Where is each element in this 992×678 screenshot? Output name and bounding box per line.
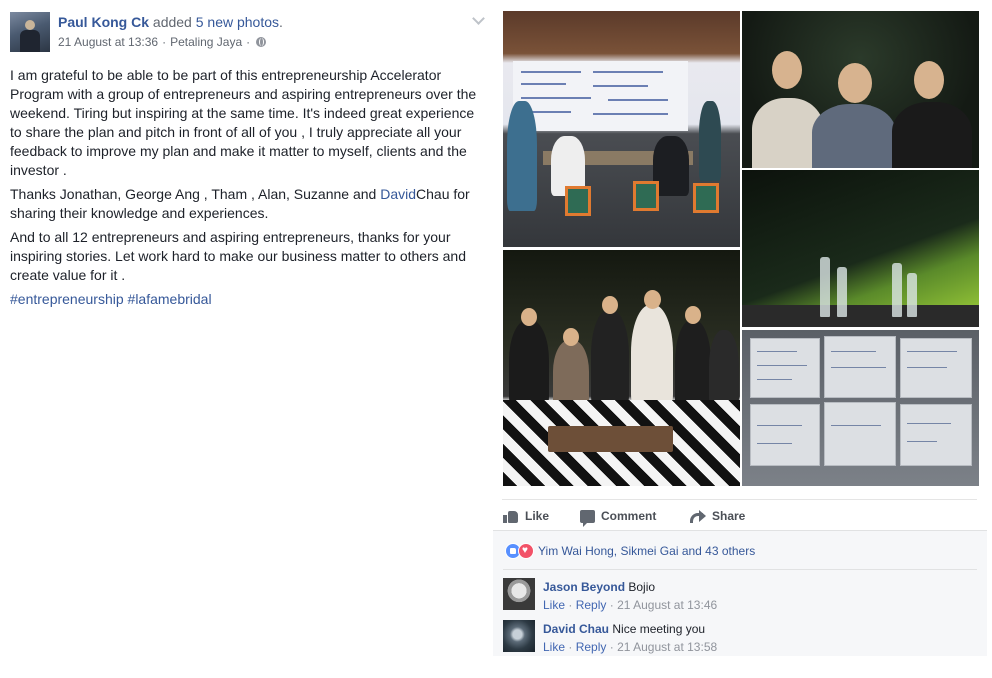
comment-meta: Like · Reply · 21 August at 13:58	[543, 640, 717, 654]
meta-dot: ·	[568, 640, 573, 654]
post-action-suffix: .	[279, 14, 283, 30]
comment-text: Bojio	[628, 580, 656, 594]
bottle	[892, 263, 902, 317]
comment-line: Jason Beyond Bojio	[543, 580, 655, 594]
group-face	[685, 306, 701, 324]
chevron-down-icon[interactable]	[472, 12, 485, 25]
comment-line: David Chau Nice meeting you	[543, 622, 705, 636]
comment-item: David Chau Nice meeting you Like · Reply…	[503, 620, 983, 654]
comment-button-label: Comment	[601, 509, 657, 523]
share-button[interactable]: Share	[690, 507, 745, 525]
like-button[interactable]: Like	[503, 507, 549, 525]
avatar-head	[25, 20, 35, 30]
hashtag-entrepreneurship[interactable]: #entrepreneurship	[10, 291, 124, 307]
post-timestamp[interactable]: 21 August at 13:36	[58, 35, 158, 49]
whiteboard	[513, 61, 688, 131]
commenter-name[interactable]: Jason Beyond	[543, 580, 625, 594]
comment-reply-link[interactable]: Reply	[576, 598, 607, 612]
meta-separator-2: ·	[246, 35, 251, 49]
reactions-and-comments: Yim Wai Hong, Sikmei Gai and 43 others J…	[493, 530, 987, 656]
group-person	[509, 320, 549, 410]
share-button-label: Share	[712, 509, 746, 523]
comment-text: Nice meeting you	[612, 622, 706, 636]
new-photos-link[interactable]: 5 new photos	[196, 14, 279, 30]
chair	[693, 183, 719, 213]
bottle	[837, 267, 847, 317]
comment-reply-link[interactable]: Reply	[576, 640, 607, 654]
globe-icon[interactable]	[256, 37, 267, 47]
photo-flipcharts[interactable]	[742, 330, 979, 486]
flipchart-sheet	[824, 336, 896, 398]
meta-dot: ·	[609, 598, 614, 612]
comment-icon	[580, 509, 595, 527]
commenter-avatar[interactable]	[503, 578, 535, 610]
paragraph-2-text-before: Thanks Jonathan, George Ang , Tham , Ala…	[10, 186, 381, 202]
photo-workshop-room[interactable]	[503, 11, 740, 247]
comment-timestamp[interactable]: 21 August at 13:46	[617, 598, 717, 612]
person-standing	[507, 101, 537, 211]
man-center	[812, 104, 896, 168]
reaction-names[interactable]: Yim Wai Hong, Sikmei Gai and 43 others	[538, 544, 755, 558]
flipchart-sheet	[900, 338, 972, 398]
group-face	[521, 308, 537, 326]
bottle	[820, 257, 830, 317]
flipchart-sheet	[750, 338, 820, 398]
coffee-table	[548, 426, 673, 452]
post-action-text: added	[152, 14, 192, 30]
reaction-summary[interactable]: Yim Wai Hong, Sikmei Gai and 43 others	[505, 543, 755, 559]
post-paragraph-2: Thanks Jonathan, George Ang , Tham , Ala…	[10, 185, 486, 223]
author-name-link[interactable]: Paul Kong Ck	[58, 14, 149, 30]
comment-button[interactable]: Comment	[580, 507, 657, 527]
group-face	[602, 296, 618, 314]
post-paragraph-1: I am grateful to be able to be part of t…	[10, 67, 477, 178]
meta-separator: ·	[162, 35, 167, 49]
post-meta: 21 August at 13:36 · Petaling Jaya ·	[58, 35, 267, 49]
post-text: I am grateful to be able to be part of t…	[10, 66, 486, 314]
post-location[interactable]: Petaling Jaya	[170, 35, 242, 49]
post-paragraph-3: And to all 12 entrepreneurs and aspiring…	[10, 229, 466, 283]
photo-three-men[interactable]	[742, 11, 979, 168]
flipchart-sheet	[824, 402, 896, 466]
love-reaction-icon	[518, 543, 534, 559]
actions-divider	[502, 499, 977, 500]
chair	[565, 186, 591, 216]
comment-item: Jason Beyond Bojio Like · Reply · 21 Aug…	[503, 578, 983, 612]
photo-night-gathering[interactable]	[742, 170, 979, 327]
share-arrow-icon	[690, 510, 706, 523]
comment-meta: Like · Reply · 21 August at 13:46	[543, 598, 717, 612]
hashtags: #entrepreneurship #lafamebridal	[10, 290, 486, 309]
man-right	[892, 102, 972, 168]
thumbs-up-icon	[503, 509, 519, 523]
commenter-name[interactable]: David Chau	[543, 622, 609, 636]
commenter-avatar[interactable]	[503, 620, 535, 652]
post-body: Paul Kong Ck added 5 new photos. 21 Augu…	[0, 0, 490, 678]
face-left	[772, 51, 802, 89]
author-avatar[interactable]	[10, 12, 50, 52]
bottle	[907, 273, 917, 317]
person-standing-right	[699, 101, 721, 181]
avatar-figure	[20, 30, 40, 52]
hashtag-lafamebridal[interactable]: #lafamebridal	[128, 291, 212, 307]
face-right	[914, 61, 944, 99]
group-face	[563, 328, 579, 346]
comment-like-link[interactable]: Like	[543, 598, 565, 612]
comments-divider	[503, 569, 977, 570]
group-person	[591, 310, 629, 410]
meta-dot: ·	[568, 598, 573, 612]
group-person	[631, 305, 673, 410]
flipchart-sheet	[750, 404, 820, 466]
face-center	[838, 63, 872, 103]
flipchart-sheet	[900, 404, 972, 466]
photo-group-shot[interactable]	[503, 250, 740, 486]
group-person	[709, 330, 739, 410]
night-table	[742, 305, 979, 327]
meta-dot: ·	[609, 640, 614, 654]
like-button-label: Like	[525, 509, 550, 523]
chair	[633, 181, 659, 211]
post-header: Paul Kong Ck added 5 new photos.	[58, 14, 283, 30]
comment-like-link[interactable]: Like	[543, 640, 565, 654]
comment-timestamp[interactable]: 21 August at 13:58	[617, 640, 717, 654]
mention-link-david[interactable]: David	[380, 186, 416, 202]
group-face	[644, 290, 661, 309]
